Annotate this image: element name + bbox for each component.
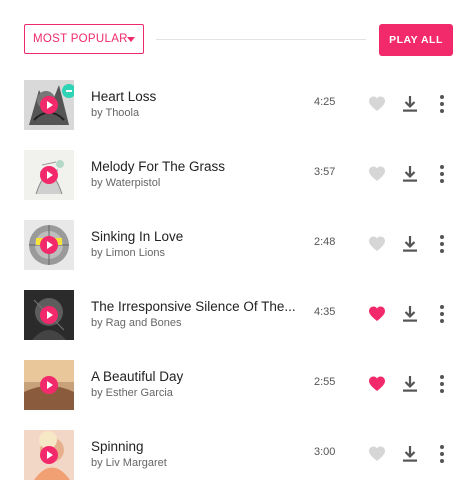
track-artist: by Esther Garcia [91,387,173,399]
track-title[interactable]: Melody For The Grass [91,159,225,174]
heart-icon[interactable] [368,445,386,463]
download-icon[interactable] [402,165,418,183]
play-icon[interactable] [40,236,58,254]
track-row[interactable]: Melody For The Grass by Waterpistol 3:57 [24,150,453,200]
album-cover [24,80,74,130]
track-artist: by Rag and Bones [91,317,182,329]
track-title[interactable]: A Beautiful Day [91,369,183,384]
track-title[interactable]: Sinking In Love [91,229,183,244]
track-duration: 2:48 [314,236,336,248]
track-artist: by Thoola [91,107,140,119]
track-row[interactable]: The Irresponsive Silence Of The... by Ra… [24,290,453,340]
download-icon[interactable] [402,235,418,253]
play-icon[interactable] [40,166,58,184]
track-row[interactable]: Spinning by Liv Margaret 3:00 [24,430,453,480]
track-row[interactable]: A Beautiful Day by Esther Garcia 2:55 [24,360,453,410]
heart-icon[interactable] [368,305,386,323]
download-icon[interactable] [402,375,418,393]
album-cover [24,150,74,200]
more-options-icon[interactable] [437,94,447,114]
track-row[interactable]: Sinking In Love by Limon Lions 2:48 [24,220,453,270]
track-artist: by Limon Lions [91,247,165,259]
more-options-icon[interactable] [437,164,447,184]
play-icon[interactable] [40,376,58,394]
album-cover [24,220,74,270]
track-duration: 4:25 [314,96,336,108]
more-options-icon[interactable] [437,374,447,394]
track-title[interactable]: Spinning [91,439,144,454]
album-cover [24,430,74,480]
album-cover [24,290,74,340]
track-duration: 3:00 [314,446,336,458]
minus-badge-icon [62,84,74,98]
track-duration: 2:55 [314,376,336,388]
toolbar: MOST POPULAR PLAY ALL [24,24,453,56]
track-duration: 3:57 [314,166,336,178]
album-cover [24,360,74,410]
download-icon[interactable] [402,445,418,463]
heart-icon[interactable] [368,375,386,393]
more-options-icon[interactable] [437,304,447,324]
divider [156,39,366,40]
track-artist: by Liv Margaret [91,457,167,469]
heart-icon[interactable] [368,165,386,183]
play-icon[interactable] [40,96,58,114]
play-icon[interactable] [40,446,58,464]
track-row[interactable]: Heart Loss by Thoola 4:25 [24,80,453,130]
track-duration: 4:35 [314,306,336,318]
download-icon[interactable] [402,95,418,113]
download-icon[interactable] [402,305,418,323]
track-title[interactable]: The Irresponsive Silence Of The... [91,299,296,314]
sort-dropdown[interactable]: MOST POPULAR [24,24,144,54]
caret-down-icon [127,37,135,42]
track-artist: by Waterpistol [91,177,161,189]
heart-icon[interactable] [368,95,386,113]
sort-dropdown-label: MOST POPULAR [33,33,128,45]
track-title[interactable]: Heart Loss [91,89,156,104]
play-icon[interactable] [40,306,58,324]
more-options-icon[interactable] [437,234,447,254]
more-options-icon[interactable] [437,444,447,464]
heart-icon[interactable] [368,235,386,253]
play-all-button[interactable]: PLAY ALL [379,24,453,56]
